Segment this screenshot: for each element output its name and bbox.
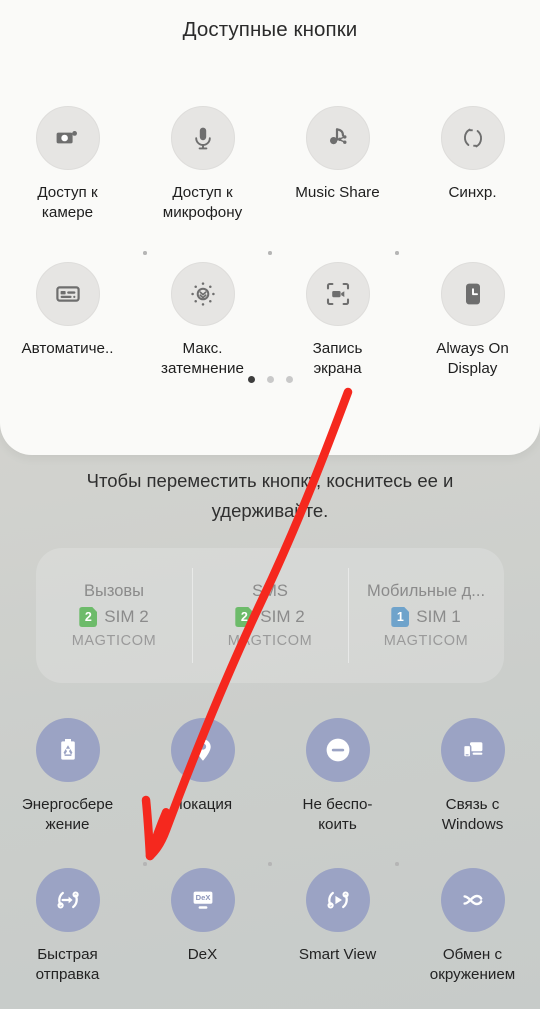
available-button-auto-captions[interactable]: Автоматиче..: [0, 262, 135, 379]
quick-toggle-label: Связь с Windows: [441, 796, 504, 833]
available-buttons-row-2: Автоматиче.. Макс. затемнение Запись экр…: [0, 262, 540, 379]
available-button-microphone-access[interactable]: Доступ к микрофону: [135, 106, 270, 223]
sim-operator: MAGTICOM: [227, 633, 313, 649]
dex-icon: DeX: [170, 868, 235, 932]
sim-column-calls[interactable]: Вызовы 2 SIM 2 MAGTICOM: [36, 548, 192, 683]
sim-operator: MAGTICOM: [71, 633, 157, 649]
screen-record-icon: [305, 262, 370, 326]
quick-toggle-location[interactable]: Локация: [135, 718, 270, 835]
quick-toggle-label: Энергосбере жение: [21, 796, 114, 833]
quick-toggle-label: Быстрая отправка: [35, 946, 100, 983]
available-button-label: Макс. затемнение: [161, 340, 244, 377]
sim-operator: MAGTICOM: [383, 633, 469, 649]
page-indicator[interactable]: [0, 376, 540, 383]
extra-dim-icon: [170, 262, 235, 326]
sim-column-mobile-data[interactable]: Мобильные д... 1 SIM 1 MAGTICOM: [348, 548, 504, 683]
quick-settings-row-2: Быстрая отправка DeX DeX Smart View Обме…: [0, 868, 540, 985]
quick-toggle-label: Не беспо- коить: [302, 796, 373, 833]
sim-status-panel: Вызовы 2 SIM 2 MAGTICOM SMS 2 SIM 2 MAGT…: [36, 548, 504, 683]
sync-icon: [440, 106, 505, 170]
quick-toggle-dex[interactable]: DeX DeX: [135, 868, 270, 985]
available-button-camera-access[interactable]: Доступ к камере: [0, 106, 135, 223]
available-button-label: Синхр.: [448, 184, 497, 201]
available-button-label: Доступ к камере: [37, 184, 98, 221]
music-share-icon: [305, 106, 370, 170]
available-button-sync[interactable]: Синхр.: [405, 106, 540, 223]
camera-icon: [35, 106, 100, 170]
available-button-music-share[interactable]: Music Share: [270, 106, 405, 223]
page-title: Доступные кнопки: [182, 18, 358, 41]
available-button-always-on-display[interactable]: Always On Display: [405, 262, 540, 379]
available-button-label: Always On Display: [436, 340, 509, 377]
available-button-label: Music Share: [295, 184, 380, 201]
available-button-label: Запись экрана: [312, 340, 363, 377]
sim-slot-name: SIM 2: [104, 607, 149, 626]
available-button-label: Автоматиче..: [21, 340, 114, 357]
sim-slot-name: SIM 2: [260, 607, 305, 626]
sim-title: Мобильные д...: [366, 582, 486, 600]
available-buttons-sheet: Доступные кнопки Доступ к камере Доступ …: [0, 0, 540, 455]
nearby-share-icon: [440, 868, 505, 932]
available-button-screen-recorder[interactable]: Запись экрана: [270, 262, 405, 379]
quick-toggle-battery-saver[interactable]: Энергосбере жение: [0, 718, 135, 835]
sim-column-sms[interactable]: SMS 2 SIM 2 MAGTICOM: [192, 548, 348, 683]
quick-share-icon: [35, 868, 100, 932]
sim-slot: 2 SIM 2: [79, 607, 149, 627]
dex-icon-text: DeX: [195, 893, 210, 902]
quick-settings-row-1: Энергосбере жение Локация Не беспо- коит…: [0, 718, 540, 835]
do-not-disturb-icon: [305, 718, 370, 782]
sim-slot-name: SIM 1: [416, 607, 461, 626]
page-dot-2[interactable]: [266, 376, 274, 383]
sim-slot: 2 SIM 2: [235, 607, 305, 627]
sim-title: SMS: [252, 582, 288, 600]
sim-badge: 1: [391, 607, 410, 627]
microphone-icon: [170, 106, 235, 170]
captions-icon: [35, 262, 100, 326]
hint-text: Чтобы переместить кнопку, коснитесь ее и…: [86, 470, 454, 521]
smart-view-icon: [305, 868, 370, 932]
page-dot-1[interactable]: [247, 376, 255, 383]
sim-badge: 2: [79, 607, 98, 627]
page-dot-3[interactable]: [285, 376, 293, 383]
quick-toggle-label: Локация: [172, 796, 233, 813]
available-button-label: Доступ к микрофону: [162, 184, 243, 221]
sim-title: Вызовы: [83, 582, 145, 600]
quick-toggle-nearby-share[interactable]: Обмен с окружением: [405, 868, 540, 985]
quick-toggle-quick-share[interactable]: Быстрая отправка: [0, 868, 135, 985]
link-to-windows-icon: [440, 718, 505, 782]
battery-saver-icon: [35, 718, 100, 782]
quick-toggle-label: DeX: [187, 946, 218, 963]
sim-slot: 1 SIM 1: [391, 607, 461, 627]
quick-toggle-smart-view[interactable]: Smart View: [270, 868, 405, 985]
quick-toggle-label: Smart View: [298, 946, 377, 963]
quick-toggle-do-not-disturb[interactable]: Не беспо- коить: [270, 718, 405, 835]
always-on-display-icon: [440, 262, 505, 326]
quick-toggle-label: Обмен с окружением: [429, 946, 516, 983]
available-button-extra-dim[interactable]: Макс. затемнение: [135, 262, 270, 379]
sim-badge: 2: [235, 607, 254, 627]
quick-toggle-link-to-windows[interactable]: Связь с Windows: [405, 718, 540, 835]
column-separator-dots: [0, 251, 540, 257]
location-pin-icon: [170, 718, 235, 782]
available-buttons-row-1: Доступ к камере Доступ к микрофону Music…: [0, 106, 540, 223]
